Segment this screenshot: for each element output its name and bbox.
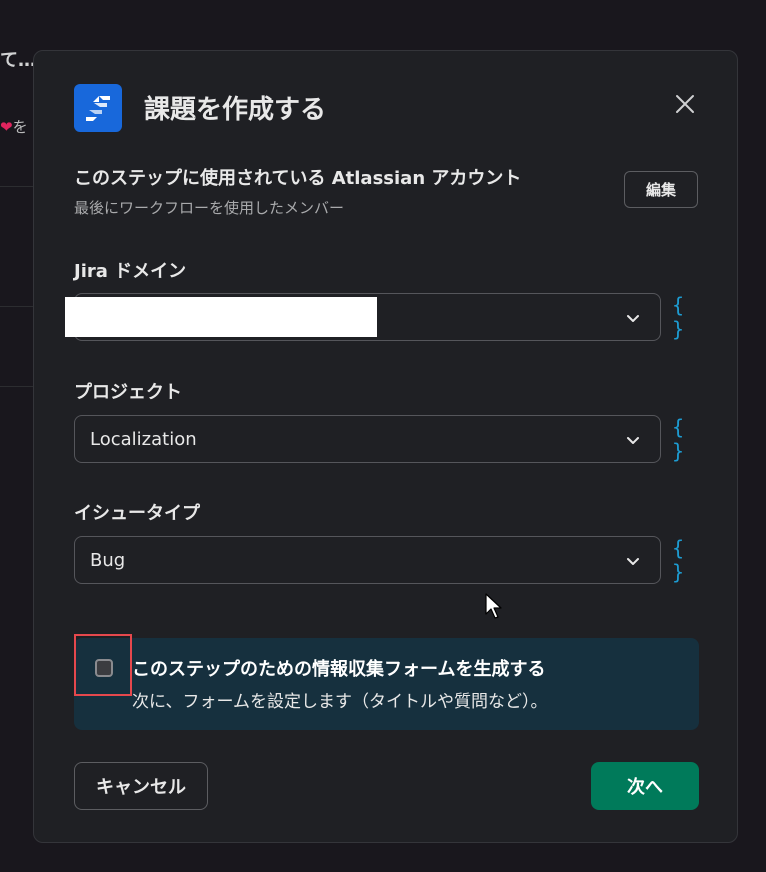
mouse-cursor-icon [485,593,502,619]
close-button[interactable] [670,89,700,119]
background-message-text: を [12,118,28,136]
cancel-button[interactable]: キャンセル [74,762,208,810]
highlight-annotation [74,634,132,696]
project-label: プロジェクト [74,382,182,403]
project-value: Localization [90,429,197,450]
dialog-title: 課題を作成する [144,95,327,125]
redacted-domain [65,297,377,337]
form-option-title: このステップのための情報収集フォームを生成する [132,659,546,680]
issue-type-select[interactable]: Bug [74,536,661,584]
edit-account-button[interactable]: 編集 [624,171,698,208]
jira-logo-icon [74,84,122,132]
issue-type-label: イシュータイプ [74,503,200,524]
close-icon [676,95,694,113]
next-button[interactable]: 次へ [591,762,699,810]
account-heading: このステップに使用されている Atlassian アカウント [74,168,522,189]
background-message: ❤を [0,116,28,137]
form-option-subtitle: 次に、フォームを設定します（タイトルや質問など）。 [132,692,548,712]
create-issue-dialog: 課題を作成する このステップに使用されている Atlassian アカウント 最… [33,50,738,843]
chevron-down-icon [627,558,639,565]
chevron-down-icon [627,437,639,444]
insert-variable-button-domain[interactable]: { } [672,293,702,341]
issue-type-value: Bug [90,550,126,571]
project-select[interactable]: Localization [74,415,661,463]
form-generation-option: このステップのための情報収集フォームを生成する 次に、フォームを設定します（タイ… [74,634,699,730]
background-channel-title: て… [0,50,36,71]
insert-variable-button-issue-type[interactable]: { } [672,536,702,584]
chevron-down-icon [627,315,639,322]
account-subtext: 最後にワークフローを使用したメンバー [74,199,345,217]
jira-domain-label: Jira ドメイン [74,261,187,282]
insert-variable-button-project[interactable]: { } [672,415,702,463]
heart-icon: ❤ [0,118,13,136]
